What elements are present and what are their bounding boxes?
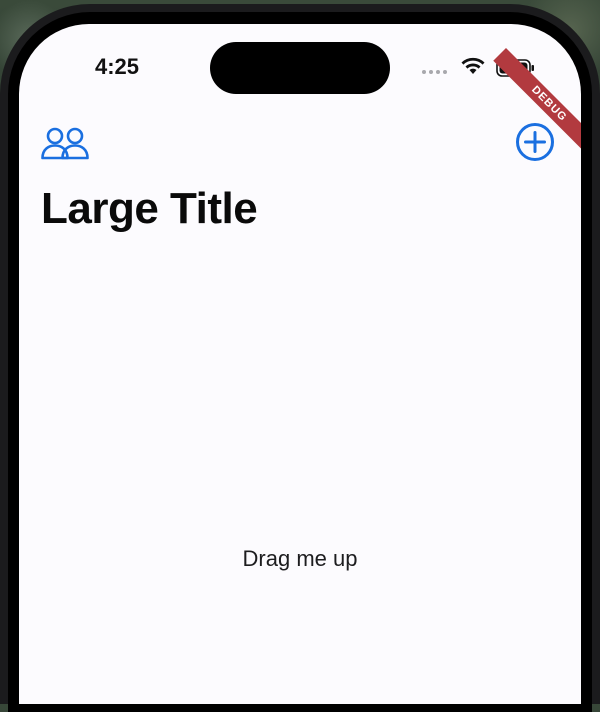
people-button[interactable] [41, 126, 89, 165]
people-icon [41, 127, 89, 160]
dynamic-island [210, 42, 390, 94]
drag-hint-text[interactable]: Drag me up [19, 546, 581, 572]
plus-circle-icon [516, 123, 554, 161]
large-title: Large Title [41, 184, 258, 233]
signal-dots-icon [422, 70, 447, 74]
add-button[interactable] [515, 122, 555, 167]
wifi-icon [461, 57, 485, 74]
status-time: 4:25 [95, 54, 140, 79]
app-screen: 4:25 DEBUG Large Title Drag me up [19, 24, 581, 704]
